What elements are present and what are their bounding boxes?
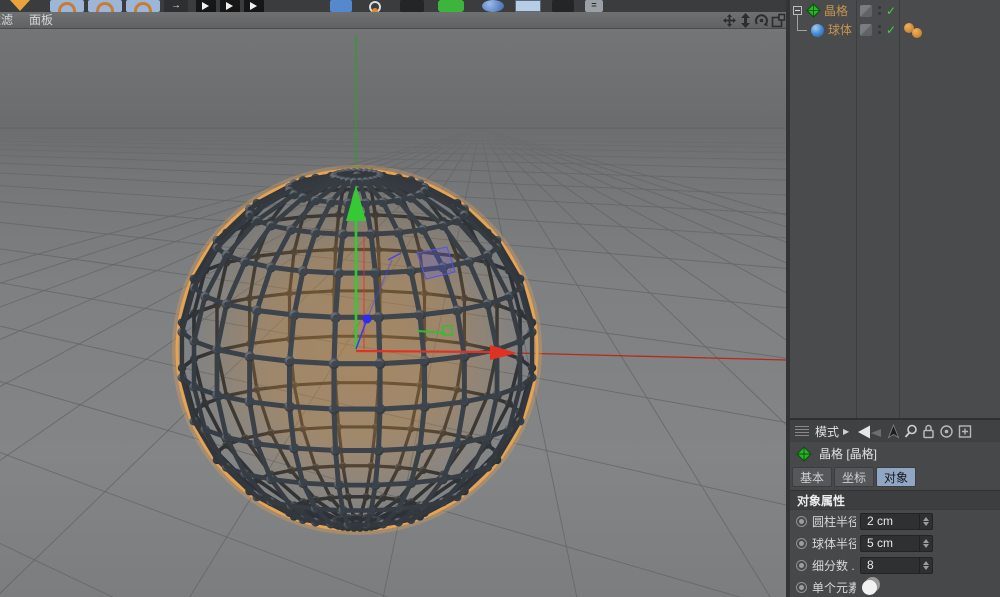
- single-elements-toggle[interactable]: [862, 580, 877, 595]
- menu-panel[interactable]: 面板: [27, 12, 55, 28]
- toolbar-button-table-icon[interactable]: [515, 0, 541, 12]
- stepper[interactable]: [919, 514, 932, 529]
- cinema4d-window: →= 过滤面板: [0, 0, 1000, 597]
- toolbar-button-green-icon[interactable]: [438, 0, 464, 12]
- toolbar-button-circle-icon[interactable]: [126, 0, 160, 12]
- om-label-sphere[interactable]: 球体: [828, 22, 852, 38]
- prop-label: 细分数 .: [812, 557, 856, 574]
- enabled-check-icon[interactable]: ✓: [886, 24, 896, 36]
- chevron-right-icon: ▶: [843, 427, 849, 436]
- toolbar-button-dark-icon[interactable]: [400, 0, 424, 12]
- toolbar-button-arrow-icon[interactable]: →: [164, 0, 188, 12]
- prop-row-sphere-radius: 球体半径 5 cm: [790, 532, 1000, 554]
- mode-label[interactable]: 模式: [815, 423, 839, 440]
- material-tag-icon[interactable]: [912, 28, 922, 38]
- cylinder-radius-field[interactable]: 2 cm: [860, 513, 933, 530]
- toolbar-button-ring-icon[interactable]: [362, 0, 388, 12]
- right-panel: 晶格 ✓ 球体 ✓: [786, 0, 1000, 597]
- enabled-check-icon[interactable]: ✓: [886, 5, 896, 17]
- pan-view-icon[interactable]: [722, 13, 737, 28]
- sphere-icon: [810, 23, 825, 38]
- keyframe-dot-icon[interactable]: [796, 582, 807, 593]
- layer-chip-icon[interactable]: [860, 5, 872, 17]
- toolbar-button-cube-icon[interactable]: [330, 0, 352, 12]
- top-toolbar: →=: [0, 0, 790, 12]
- prop-row-subdivisions: 细分数 . 8: [790, 554, 1000, 576]
- om-label-lattice[interactable]: 晶格: [824, 3, 848, 19]
- history-back-icon[interactable]: [857, 424, 883, 439]
- toolbar-button-orange-arrow-icon[interactable]: [10, 0, 30, 11]
- target-icon[interactable]: [939, 424, 954, 439]
- lock-icon[interactable]: [922, 424, 935, 439]
- object-title: 晶格 [晶格]: [819, 445, 877, 462]
- section-object-properties: 对象属性: [790, 490, 1000, 510]
- tab-coordinates[interactable]: 坐标: [834, 467, 874, 487]
- attribute-tabs: 基本 坐标 对象: [790, 465, 1000, 490]
- prop-row-single-elements: 单个元素: [790, 576, 1000, 597]
- toolbar-button-circle-icon[interactable]: [88, 0, 122, 12]
- om-column-separator: [899, 0, 900, 418]
- prop-label: 单个元素: [812, 579, 856, 596]
- prop-label: 球体半径: [812, 535, 856, 552]
- zoom-view-icon[interactable]: [739, 13, 752, 28]
- stepper[interactable]: [919, 536, 932, 551]
- lattice-icon: [796, 446, 812, 462]
- tree-line: [797, 14, 798, 30]
- prop-label: 圆柱半径: [812, 513, 856, 530]
- toolbar-button-key-icon[interactable]: [196, 0, 216, 12]
- om-row-lattice[interactable]: 晶格 ✓: [790, 2, 1000, 20]
- plus-box-icon[interactable]: [958, 424, 972, 439]
- tab-basic[interactable]: 基本: [792, 467, 832, 487]
- menu-filter[interactable]: 过滤: [0, 12, 15, 28]
- om-row-sphere[interactable]: 球体 ✓: [790, 21, 1000, 39]
- viewport-menubar: 过滤面板: [0, 12, 790, 29]
- pointer-icon[interactable]: [887, 424, 900, 439]
- horizon-fade: [0, 128, 786, 170]
- toolbar-button-eq-icon[interactable]: =: [585, 0, 603, 12]
- stepper[interactable]: [919, 558, 932, 573]
- toolbar-button-sphere-icon[interactable]: [482, 0, 504, 12]
- om-column-separator: [856, 0, 857, 418]
- tree-line: [797, 30, 807, 31]
- toolbar-button-dark-icon[interactable]: [552, 0, 574, 12]
- toolbar-button-circle-icon[interactable]: [50, 0, 84, 12]
- toolbar-button-key-icon[interactable]: [244, 0, 264, 12]
- maximize-view-icon[interactable]: [771, 13, 786, 28]
- object-manager: 晶格 ✓ 球体 ✓: [790, 0, 1000, 418]
- tab-object[interactable]: 对象: [876, 467, 916, 487]
- keyframe-dot-icon[interactable]: [796, 538, 807, 549]
- prop-row-cylinder-radius: 圆柱半径 2 cm: [790, 510, 1000, 532]
- sphere-radius-field[interactable]: 5 cm: [860, 535, 933, 552]
- viewport-canvas[interactable]: [0, 29, 786, 597]
- layer-chip-icon[interactable]: [860, 24, 872, 36]
- rotate-view-icon[interactable]: [754, 13, 769, 28]
- keyframe-dot-icon[interactable]: [796, 560, 807, 571]
- toolbar-button-key-icon[interactable]: [220, 0, 240, 12]
- lattice-icon: [806, 3, 821, 18]
- attribute-object-header: 晶格 [晶格]: [790, 442, 1000, 465]
- subdivisions-field[interactable]: 8: [860, 557, 933, 574]
- keyframe-dot-icon[interactable]: [796, 516, 807, 527]
- grip-icon: [795, 426, 809, 436]
- viewport-3d[interactable]: [0, 29, 786, 597]
- search-icon[interactable]: [904, 424, 918, 439]
- attribute-mode-bar: 模式 ▶: [790, 418, 1000, 442]
